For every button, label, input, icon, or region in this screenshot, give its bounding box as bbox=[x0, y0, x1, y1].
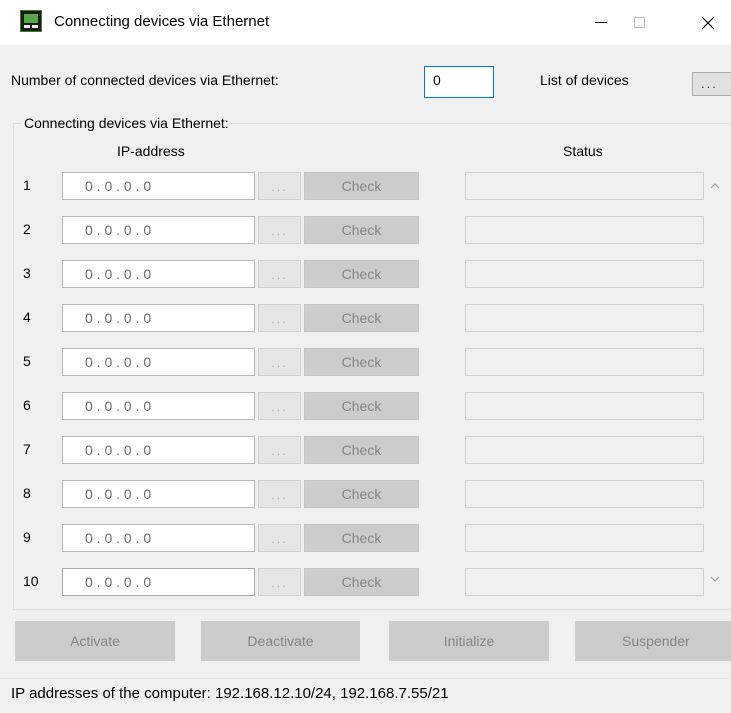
check-button[interactable]: Check bbox=[304, 524, 419, 552]
row-number: 1 bbox=[23, 177, 31, 193]
title-bar: Connecting devices via Ethernet bbox=[0, 0, 731, 45]
ip-address-input[interactable]: 0 . 0 . 0 . 0 bbox=[62, 436, 255, 464]
row-number: 6 bbox=[23, 397, 31, 413]
ip-browse-button[interactable]: ... bbox=[258, 304, 301, 332]
device-count-input[interactable]: 0 bbox=[424, 66, 494, 98]
row-number: 2 bbox=[23, 221, 31, 237]
device-list-label: List of devices bbox=[540, 72, 629, 88]
footer-divider bbox=[0, 678, 731, 679]
status-field bbox=[465, 436, 704, 464]
maximize-button bbox=[616, 0, 662, 45]
row-number: 7 bbox=[23, 441, 31, 457]
ip-address-input[interactable]: 0 . 0 . 0 . 0 bbox=[62, 260, 255, 288]
suspender-button[interactable]: Suspender bbox=[575, 621, 731, 661]
ip-address-value: 0 . 0 . 0 . 0 bbox=[85, 442, 152, 458]
ip-browse-button[interactable]: ... bbox=[258, 260, 301, 288]
ip-browse-button[interactable]: ... bbox=[258, 392, 301, 420]
ip-address-value: 0 . 0 . 0 . 0 bbox=[85, 574, 152, 590]
ip-browse-button[interactable]: ... bbox=[258, 480, 301, 508]
row-number: 9 bbox=[23, 529, 31, 545]
check-button[interactable]: Check bbox=[304, 348, 419, 376]
row-number: 4 bbox=[23, 309, 31, 325]
scroll-up-icon[interactable] bbox=[707, 178, 723, 194]
check-button[interactable]: Check bbox=[304, 392, 419, 420]
close-button[interactable] bbox=[685, 0, 731, 45]
activate-button[interactable]: Activate bbox=[15, 621, 175, 661]
window-title: Connecting devices via Ethernet bbox=[54, 13, 270, 30]
ip-address-value: 0 . 0 . 0 . 0 bbox=[85, 178, 152, 194]
app-monitor-icon bbox=[20, 10, 42, 32]
ip-browse-button[interactable]: ... bbox=[258, 172, 301, 200]
deactivate-button[interactable]: Deactivate bbox=[201, 621, 360, 661]
ip-address-input[interactable]: 0 . 0 . 0 . 0 bbox=[62, 216, 255, 244]
initialize-button[interactable]: Initialize bbox=[389, 621, 549, 661]
device-count-label: Number of connected devices via Ethernet… bbox=[11, 72, 279, 88]
maximize-icon bbox=[633, 17, 645, 28]
ip-browse-button[interactable]: ... bbox=[258, 436, 301, 464]
status-field bbox=[465, 172, 704, 200]
ip-address-input[interactable]: 0 . 0 . 0 . 0 bbox=[62, 304, 255, 332]
check-button[interactable]: Check bbox=[304, 216, 419, 244]
status-field bbox=[465, 348, 704, 376]
device-list-button[interactable]: ... bbox=[692, 72, 731, 96]
ip-address-input[interactable]: 0 . 0 . 0 . 0 bbox=[62, 172, 255, 200]
minimize-icon bbox=[595, 22, 607, 23]
status-field bbox=[465, 392, 704, 420]
ip-address-value: 0 . 0 . 0 . 0 bbox=[85, 354, 152, 370]
scroll-down-icon[interactable] bbox=[707, 571, 723, 587]
ip-browse-button[interactable]: ... bbox=[258, 568, 301, 596]
devices-group-label: Connecting devices via Ethernet: bbox=[22, 115, 231, 131]
ip-browse-button[interactable]: ... bbox=[258, 348, 301, 376]
status-field bbox=[465, 568, 704, 596]
ip-address-input[interactable]: 0 . 0 . 0 . 0 bbox=[62, 524, 255, 552]
row-number: 5 bbox=[23, 353, 31, 369]
ip-address-value: 0 . 0 . 0 . 0 bbox=[85, 310, 152, 326]
row-number: 10 bbox=[23, 573, 39, 589]
ip-address-value: 0 . 0 . 0 . 0 bbox=[85, 398, 152, 414]
status-field bbox=[465, 304, 704, 332]
ip-address-value: 0 . 0 . 0 . 0 bbox=[85, 222, 152, 238]
ip-address-input[interactable]: 0 . 0 . 0 . 0 bbox=[62, 480, 255, 508]
row-number: 8 bbox=[23, 485, 31, 501]
status-field bbox=[465, 260, 704, 288]
row-number: 3 bbox=[23, 265, 31, 281]
close-icon bbox=[701, 16, 715, 29]
check-button[interactable]: Check bbox=[304, 436, 419, 464]
check-button[interactable]: Check bbox=[304, 480, 419, 508]
ip-address-input[interactable]: 0 . 0 . 0 . 0 bbox=[62, 568, 255, 596]
ip-address-value: 0 . 0 . 0 . 0 bbox=[85, 486, 152, 502]
status-field bbox=[465, 480, 704, 508]
computer-ip-status: IP addresses of the computer: 192.168.12… bbox=[11, 685, 449, 702]
ip-address-value: 0 . 0 . 0 . 0 bbox=[85, 530, 152, 546]
status-field bbox=[465, 524, 704, 552]
ip-address-input[interactable]: 0 . 0 . 0 . 0 bbox=[62, 348, 255, 376]
status-field bbox=[465, 216, 704, 244]
ip-address-input[interactable]: 0 . 0 . 0 . 0 bbox=[62, 392, 255, 420]
ip-browse-button[interactable]: ... bbox=[258, 524, 301, 552]
status-header: Status bbox=[563, 143, 603, 159]
ip-browse-button[interactable]: ... bbox=[258, 216, 301, 244]
ip-address-header: IP-address bbox=[117, 143, 185, 159]
check-button[interactable]: Check bbox=[304, 568, 419, 596]
check-button[interactable]: Check bbox=[304, 172, 419, 200]
check-button[interactable]: Check bbox=[304, 304, 419, 332]
ip-address-value: 0 . 0 . 0 . 0 bbox=[85, 266, 152, 282]
check-button[interactable]: Check bbox=[304, 260, 419, 288]
